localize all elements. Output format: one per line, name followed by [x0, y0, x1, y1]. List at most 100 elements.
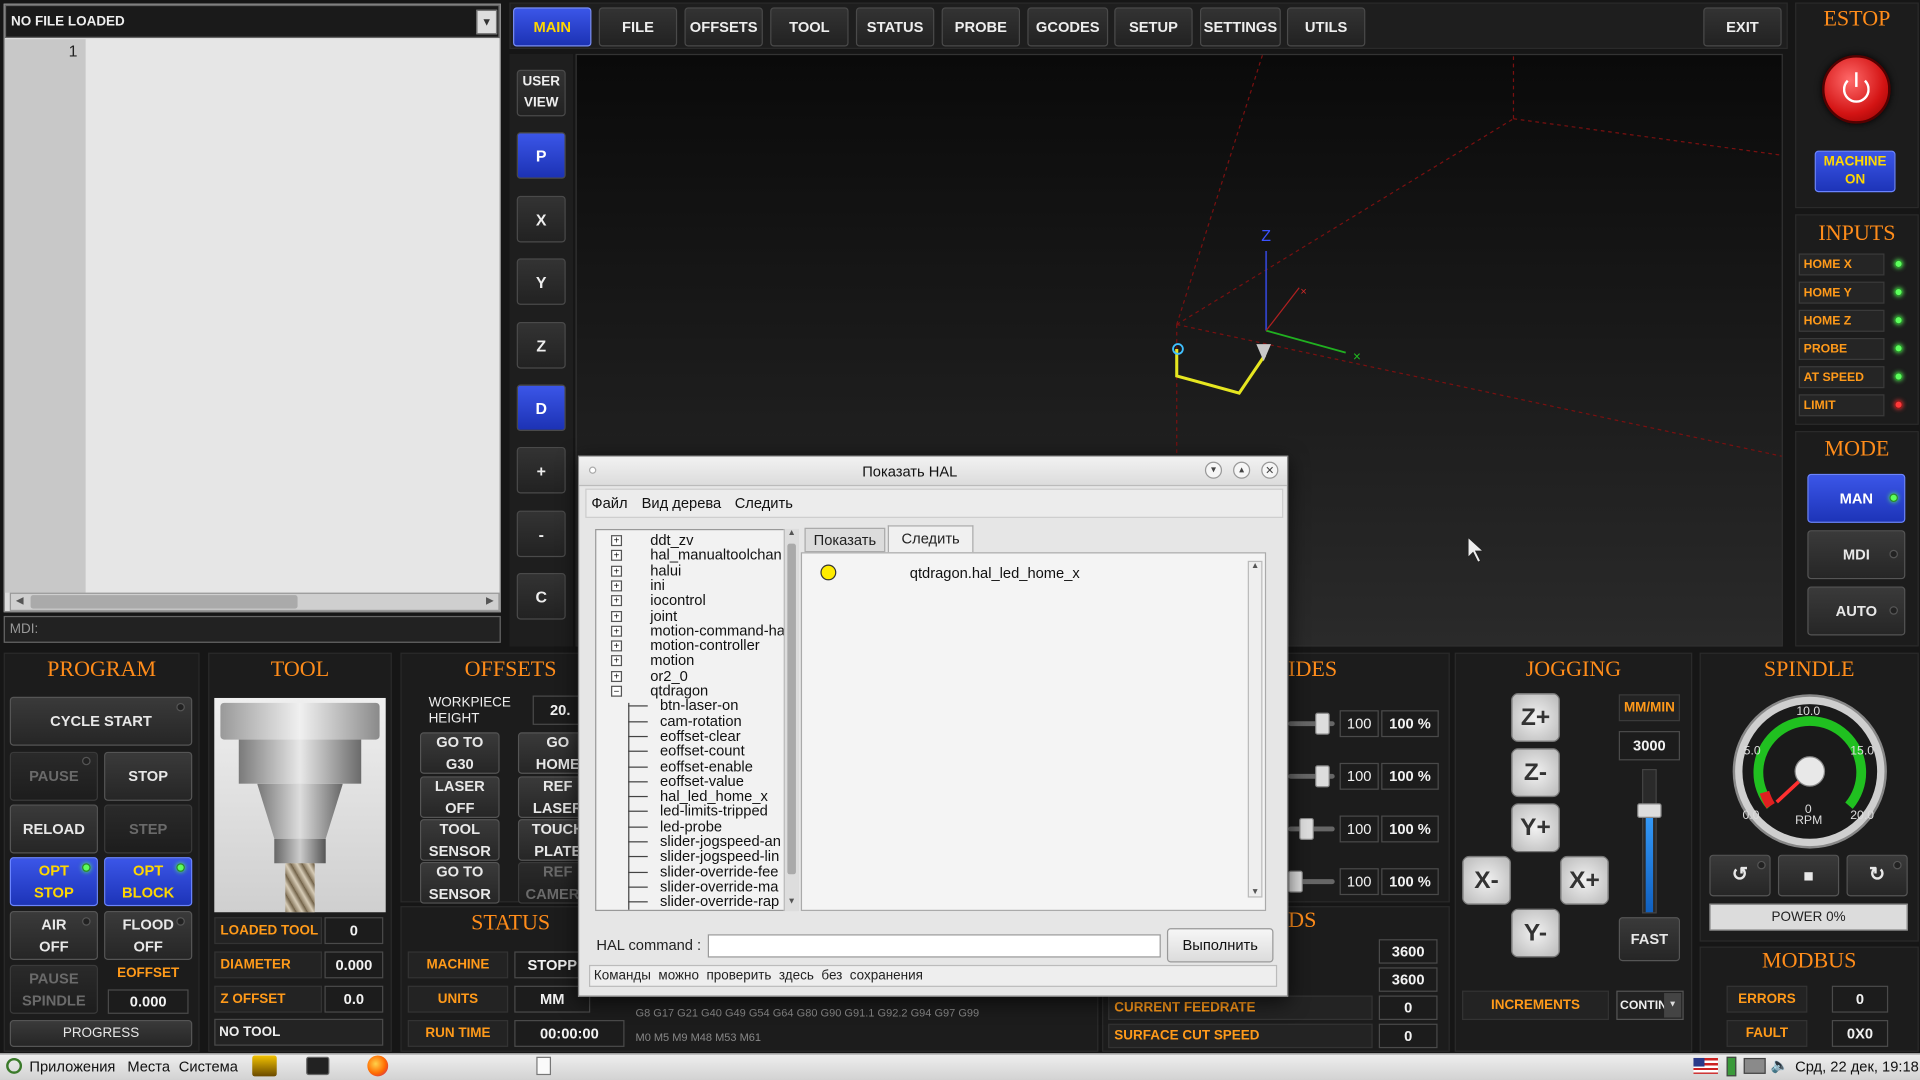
- tree-expand-icon[interactable]: +: [611, 580, 623, 592]
- menu-system[interactable]: Система: [179, 1058, 238, 1075]
- scroll-left-icon[interactable]: ◀: [12, 595, 27, 608]
- user-view-button[interactable]: USER VIEW: [516, 69, 566, 117]
- view-y-button[interactable]: Y: [516, 258, 566, 305]
- linuxcnc-launcher-icon[interactable]: [252, 1055, 277, 1077]
- watch-scrollbar[interactable]: ▲ ▼: [1247, 560, 1263, 898]
- jog-y-minus-button[interactable]: Y-: [1511, 908, 1561, 958]
- window-list-icon[interactable]: [536, 1056, 552, 1076]
- view-z-button[interactable]: Z: [516, 322, 566, 369]
- tree-expand-icon[interactable]: +: [611, 610, 623, 622]
- clear-view-button[interactable]: C: [516, 573, 566, 620]
- view-p-button[interactable]: P: [516, 132, 566, 179]
- flag-us-icon[interactable]: [1693, 1057, 1718, 1074]
- tree-expand-icon[interactable]: −: [611, 685, 623, 697]
- tab-setup[interactable]: SETUP: [1114, 7, 1193, 47]
- menu-watch[interactable]: Следить: [735, 495, 793, 512]
- menu-places[interactable]: Места: [127, 1058, 170, 1075]
- firefox-launcher-icon[interactable]: [367, 1055, 389, 1077]
- file-dropdown-button[interactable]: ▼: [476, 9, 498, 35]
- override-slider-1[interactable]: [1288, 765, 1335, 788]
- watch-scroll-down-icon[interactable]: ▼: [1249, 888, 1261, 897]
- execute-button[interactable]: Выполнить: [1166, 928, 1274, 963]
- tab-show[interactable]: Показать: [804, 527, 886, 553]
- mdi-input[interactable]: MDI:: [3, 615, 501, 643]
- jog-slider-thumb[interactable]: [1637, 803, 1662, 818]
- tree-expand-icon[interactable]: +: [611, 640, 623, 652]
- tab-settings[interactable]: SETTINGS: [1200, 7, 1281, 47]
- view-x-button[interactable]: X: [516, 195, 566, 243]
- minimize-icon[interactable]: ▾: [1204, 461, 1223, 479]
- tool-sensor-button[interactable]: TOOL SENSOR: [420, 819, 500, 861]
- watch-list[interactable]: qtdragon.hal_led_home_x ▲ ▼: [800, 552, 1267, 912]
- go-to-g30-button[interactable]: GO TO G30: [420, 732, 500, 774]
- tree-expand-icon[interactable]: +: [611, 655, 623, 667]
- horizontal-scrollbar[interactable]: ◀ ▶: [9, 592, 500, 612]
- tree-item[interactable]: slider-override-rap: [660, 893, 779, 910]
- tree-expand-icon[interactable]: +: [611, 595, 623, 607]
- scroll-up-icon[interactable]: ▲: [785, 529, 798, 542]
- network-icon[interactable]: [1743, 1057, 1766, 1074]
- hal-tree[interactable]: ddt_zv + hal_manualtoolchan + halui + ini + ioco…: [595, 528, 799, 912]
- tree-expand-icon[interactable]: +: [611, 550, 623, 562]
- close-icon[interactable]: ✕: [1261, 461, 1279, 479]
- tab-offsets[interactable]: OFFSETS: [684, 7, 763, 47]
- volume-icon[interactable]: 🔈: [1771, 1057, 1789, 1074]
- override-slider-0[interactable]: [1288, 712, 1335, 735]
- jog-rate-slider[interactable]: [1637, 768, 1662, 914]
- zoom-out-button[interactable]: -: [516, 510, 566, 558]
- scrollbar-thumb[interactable]: [30, 595, 298, 609]
- spindle-stop-button[interactable]: ■: [1777, 854, 1840, 897]
- pause-spindle-button[interactable]: PAUSE SPINDLE: [9, 964, 98, 1014]
- override-slider-thumb-0[interactable]: [1315, 712, 1330, 735]
- editor-area[interactable]: [85, 39, 500, 593]
- watch-scroll-up-icon[interactable]: ▲: [1249, 562, 1261, 571]
- tree-expand-icon[interactable]: +: [611, 565, 623, 577]
- tab-status[interactable]: STATUS: [855, 7, 935, 47]
- tab-tool[interactable]: TOOL: [770, 7, 849, 47]
- menu-tree-view[interactable]: Вид дерева: [642, 495, 722, 512]
- jog-fast-button[interactable]: FAST: [1618, 917, 1681, 962]
- maximize-icon[interactable]: ▴: [1233, 461, 1251, 479]
- override-slider-2[interactable]: [1288, 817, 1335, 841]
- hal-command-input[interactable]: [707, 934, 1161, 958]
- override-slider-3[interactable]: [1288, 870, 1335, 893]
- tree-expand-icon[interactable]: +: [611, 670, 623, 682]
- tab-watch[interactable]: Следить: [887, 525, 974, 553]
- laser-off-button[interactable]: LASER OFF: [420, 776, 500, 818]
- clock[interactable]: Срд, 22 дек, 19:18: [1795, 1058, 1919, 1075]
- override-slider-thumb-1[interactable]: [1315, 765, 1330, 788]
- increments-select[interactable]: CONTINU ▼: [1616, 990, 1684, 1021]
- jog-x-minus-button[interactable]: X-: [1462, 855, 1512, 905]
- tree-expand-icon[interactable]: +: [611, 625, 623, 637]
- exit-button[interactable]: EXIT: [1703, 7, 1782, 47]
- scroll-down-icon[interactable]: ▼: [785, 898, 798, 911]
- scroll-right-icon[interactable]: ▶: [482, 595, 497, 608]
- override-slider-thumb-3[interactable]: [1288, 870, 1303, 893]
- jog-z-plus-button[interactable]: Z+: [1511, 693, 1561, 743]
- apps-menu-icon[interactable]: [6, 1057, 23, 1074]
- view-d-button[interactable]: D: [516, 384, 566, 432]
- tab-probe[interactable]: PROBE: [941, 7, 1021, 47]
- menu-file[interactable]: Файл: [591, 495, 627, 512]
- tab-main[interactable]: MAIN: [513, 7, 592, 47]
- tree-scroll-thumb[interactable]: [787, 543, 796, 875]
- machine-on-button[interactable]: MACHINE ON: [1814, 150, 1896, 193]
- tree-expand-icon[interactable]: +: [611, 535, 623, 547]
- tab-file[interactable]: FILE: [598, 7, 678, 47]
- menu-applications[interactable]: Приложения: [29, 1058, 115, 1075]
- override-slider-thumb-2[interactable]: [1299, 817, 1314, 841]
- stop-button[interactable]: STOP: [104, 751, 193, 801]
- jog-x-plus-button[interactable]: X+: [1560, 855, 1609, 905]
- tab-utils[interactable]: UTILS: [1286, 7, 1366, 47]
- reload-button[interactable]: RELOAD: [9, 804, 98, 854]
- tree-scrollbar[interactable]: ▲ ▼: [783, 528, 799, 912]
- go-to-sensor-button[interactable]: GO TO SENSOR: [420, 862, 500, 904]
- zoom-in-button[interactable]: +: [516, 446, 566, 494]
- tab-gcodes[interactable]: GCODES: [1027, 7, 1109, 47]
- jog-z-minus-button[interactable]: Z-: [1511, 748, 1561, 798]
- terminal-launcher-icon[interactable]: [306, 1056, 330, 1076]
- estop-button[interactable]: [1822, 55, 1891, 124]
- cycle-start-button[interactable]: CYCLE START: [9, 696, 193, 746]
- jog-y-plus-button[interactable]: Y+: [1511, 803, 1561, 853]
- battery-icon[interactable]: [1726, 1056, 1737, 1077]
